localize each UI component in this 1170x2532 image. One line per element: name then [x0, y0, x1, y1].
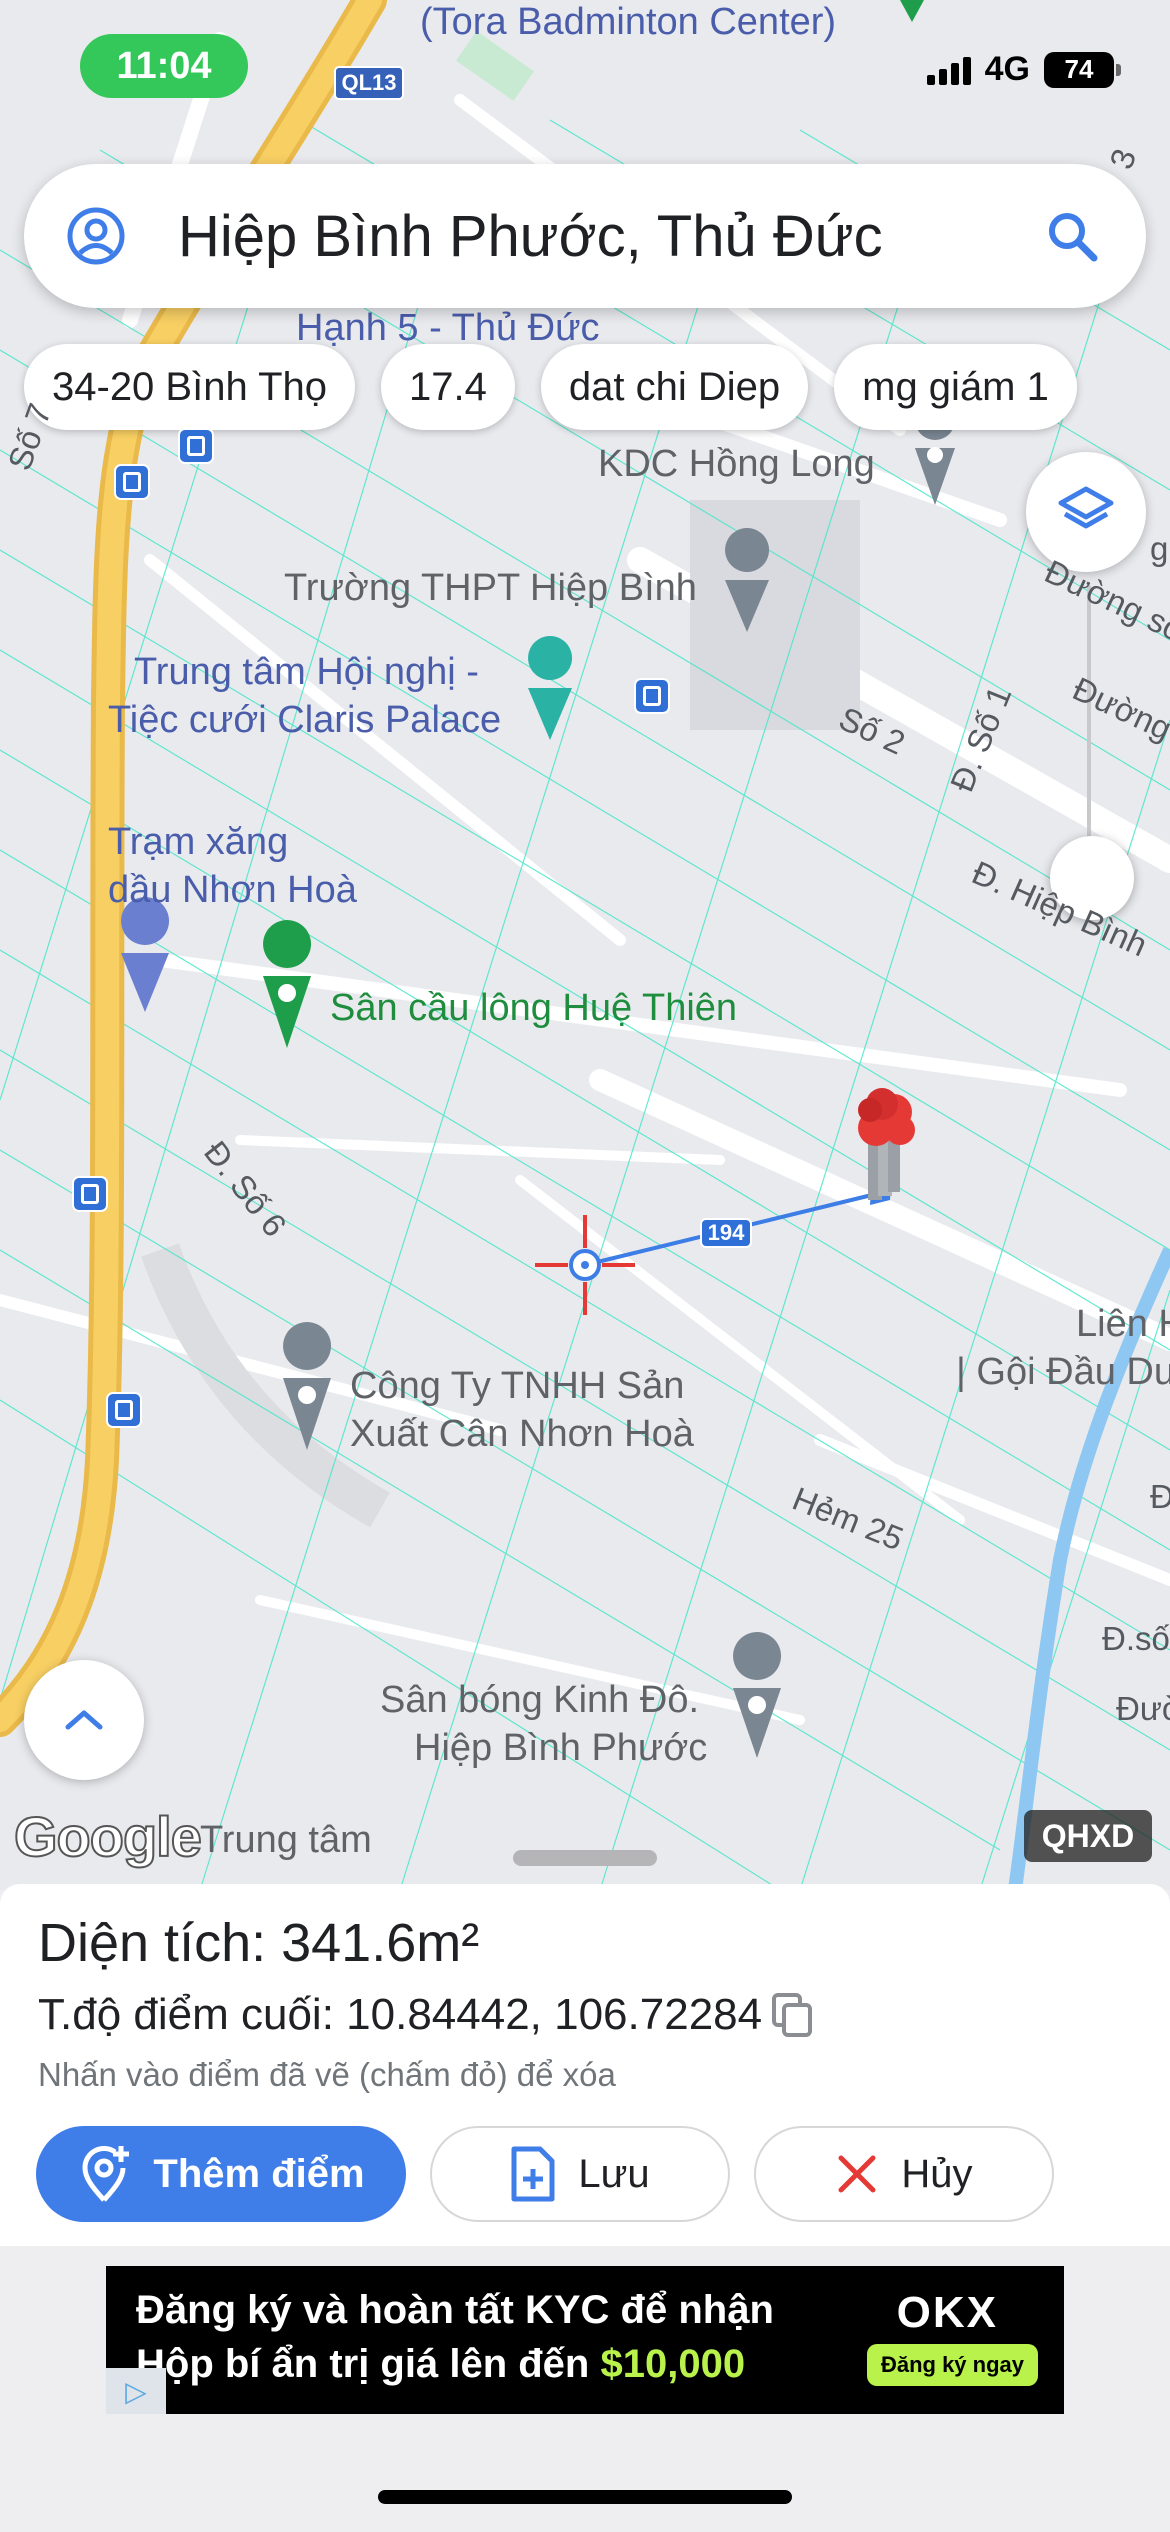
- panel-grabber[interactable]: [513, 1850, 657, 1866]
- add-point-button[interactable]: Thêm điểm: [36, 2126, 406, 2222]
- cancel-label: Hủy: [901, 2151, 973, 2196]
- chip-binh-tho[interactable]: 34-20 Bình Thọ: [24, 344, 356, 430]
- status-indicators: 4G 74: [926, 50, 1121, 89]
- ad-banner[interactable]: Đăng ký và hoàn tất KYC để nhận Hộp bí ẩ…: [106, 2266, 1064, 2414]
- add-location-icon: [82, 2146, 130, 2202]
- place-convention-line2[interactable]: Tiệc cưới Claris Palace: [108, 696, 501, 744]
- save-button[interactable]: Lưu: [430, 2126, 730, 2222]
- search-bar[interactable]: Hiệp Bình Phước, Thủ Đức: [24, 164, 1146, 308]
- place-goi-dau[interactable]: | Gội Đầu Du: [956, 1348, 1170, 1396]
- expand-panel-button[interactable]: [24, 1660, 144, 1780]
- cellular-signal-icon: [926, 55, 971, 85]
- place-kdc-hong-long[interactable]: KDC Hồng Long: [598, 440, 875, 488]
- copy-icon[interactable]: [770, 1991, 814, 2039]
- endpoint-coordinates: T.độ điểm cuối: 10.84442, 106.72284: [38, 1990, 814, 2040]
- chip-dat-chi-diep[interactable]: dat chi Diep: [540, 344, 809, 430]
- chip-mg-giam[interactable]: mg giám 1: [834, 344, 1077, 430]
- ad-cta-button[interactable]: Đăng ký ngay: [866, 2344, 1038, 2386]
- route-badge: 194: [700, 1218, 752, 1248]
- home-indicator[interactable]: [378, 2490, 792, 2504]
- network-type: 4G: [984, 50, 1030, 88]
- close-icon: [838, 2155, 876, 2193]
- place-stadium-line2[interactable]: Hiệp Bình Phước: [414, 1724, 707, 1772]
- add-file-icon: [511, 2146, 555, 2202]
- place-company-line1[interactable]: Công Ty TNHH Sản: [350, 1362, 684, 1410]
- qhxd-badge[interactable]: QHXD: [1024, 1810, 1152, 1862]
- place-convention-line1[interactable]: Trung tâm Hội nghị -: [134, 648, 479, 696]
- street-duong-right: Đườ: [1116, 1690, 1170, 1727]
- street-d-right: Đ: [1150, 1478, 1170, 1515]
- adchoices-icon[interactable]: ▷: [106, 2368, 166, 2414]
- place-gas-line2[interactable]: dầu Nhơn Hoà: [108, 866, 357, 914]
- google-attribution: Google: [13, 1804, 203, 1869]
- bus-stop-icon[interactable]: [106, 1392, 142, 1428]
- layers-icon: [1058, 486, 1114, 529]
- place-tora-badminton[interactable]: (Tora Badminton Center): [420, 0, 836, 46]
- save-label: Lưu: [578, 2151, 650, 2196]
- delete-hint: Nhấn vào điểm đã vẽ (chấm đỏ) để xóa: [38, 2056, 616, 2093]
- search-query[interactable]: Hiệp Bình Phước, Thủ Đức: [178, 203, 1044, 270]
- street-d-so-right: Đ.số: [1102, 1620, 1170, 1657]
- place-badminton-hue-thien[interactable]: Sân cầu lông Huệ Thiên: [330, 984, 737, 1032]
- area-value: Diện tích: 341.6m²: [38, 1913, 480, 1973]
- battery-icon: 74: [1044, 51, 1121, 88]
- bus-stop-icon[interactable]: [634, 678, 670, 714]
- cancel-button[interactable]: Hủy: [754, 2126, 1054, 2222]
- ad-line2: Hộp bí ẩn trị giá lên đến $10,000: [136, 2342, 745, 2387]
- place-gas-line1[interactable]: Trạm xăng: [108, 818, 288, 866]
- highway-badge: QL13: [334, 66, 404, 100]
- ad-line1: Đăng ký và hoàn tất KYC để nhận: [136, 2288, 774, 2332]
- account-icon[interactable]: [66, 206, 126, 266]
- bus-stop-icon[interactable]: [178, 428, 214, 464]
- bus-stop-icon[interactable]: [72, 1176, 108, 1212]
- endpoint-coordinates-text: T.độ điểm cuối: 10.84442, 106.72284: [38, 1990, 763, 2039]
- saved-chips-row: 34-20 Bình Thọ 17.4 dat chi Diep mg giám…: [24, 344, 1077, 430]
- place-stadium-line1[interactable]: Sân bóng Kinh Đô.: [380, 1676, 699, 1724]
- bus-stop-icon[interactable]: [114, 464, 150, 500]
- map-view[interactable]: 11:04 4G 74 QL13 (Tora Badminton Center)…: [0, 0, 1170, 1890]
- status-time: 11:04: [80, 34, 248, 98]
- ad-brand-logo: OKX: [896, 2288, 998, 2337]
- place-lien[interactable]: Liên H: [1076, 1300, 1170, 1348]
- place-trung-tam[interactable]: Trung tâm: [200, 1816, 372, 1864]
- ad-amount: $10,000: [600, 2342, 746, 2386]
- place-thpt-hiep-binh[interactable]: Trường THPT Hiệp Bình: [284, 564, 697, 612]
- add-point-label: Thêm điểm: [153, 2151, 365, 2196]
- street-g-right: g: [1150, 530, 1169, 567]
- opacity-slider-track[interactable]: [1087, 585, 1091, 875]
- chevron-up-icon: [65, 1710, 103, 1730]
- layers-button[interactable]: [1026, 452, 1146, 572]
- search-icon[interactable]: [1044, 208, 1100, 264]
- ad-line2-prefix: Hộp bí ẩn trị giá lên đến: [136, 2342, 601, 2386]
- chip-17-4[interactable]: 17.4: [381, 344, 515, 430]
- place-company-line2[interactable]: Xuất Cân Nhơn Hoà: [350, 1410, 694, 1458]
